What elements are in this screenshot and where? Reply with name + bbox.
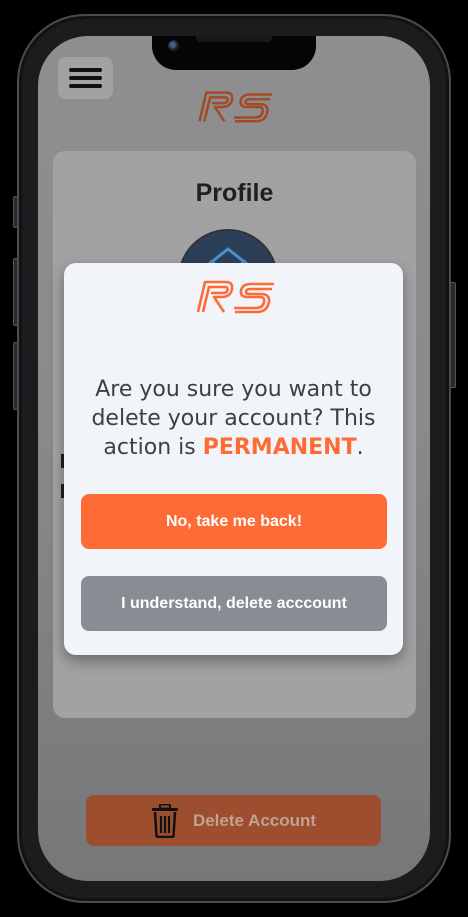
dialog-message: Are you sure you want to delete your acc… — [74, 375, 393, 462]
app-logo — [198, 91, 273, 123]
app-logo — [196, 280, 274, 314]
speaker — [196, 36, 272, 42]
delete-account-label: Delete Account — [192, 810, 317, 830]
page-title: Profile — [195, 179, 274, 207]
camera-icon — [168, 40, 180, 52]
cancel-button[interactable]: No, take me back! — [81, 494, 387, 549]
delete-confirmation-dialog: Are you sure you want to delete your acc… — [64, 263, 403, 655]
dialog-message-end: . — [356, 435, 364, 460]
dialog-message-emphasis: PERMANENT — [202, 435, 357, 460]
notch — [152, 36, 316, 70]
trash-icon — [151, 803, 178, 838]
hamburger-menu-button[interactable] — [58, 57, 113, 99]
confirm-delete-button[interactable]: I understand, delete acccount — [81, 576, 387, 631]
device-stage: Profile Delete Account Are you sure you … — [0, 0, 468, 917]
delete-account-button[interactable]: Delete Account — [86, 795, 381, 846]
